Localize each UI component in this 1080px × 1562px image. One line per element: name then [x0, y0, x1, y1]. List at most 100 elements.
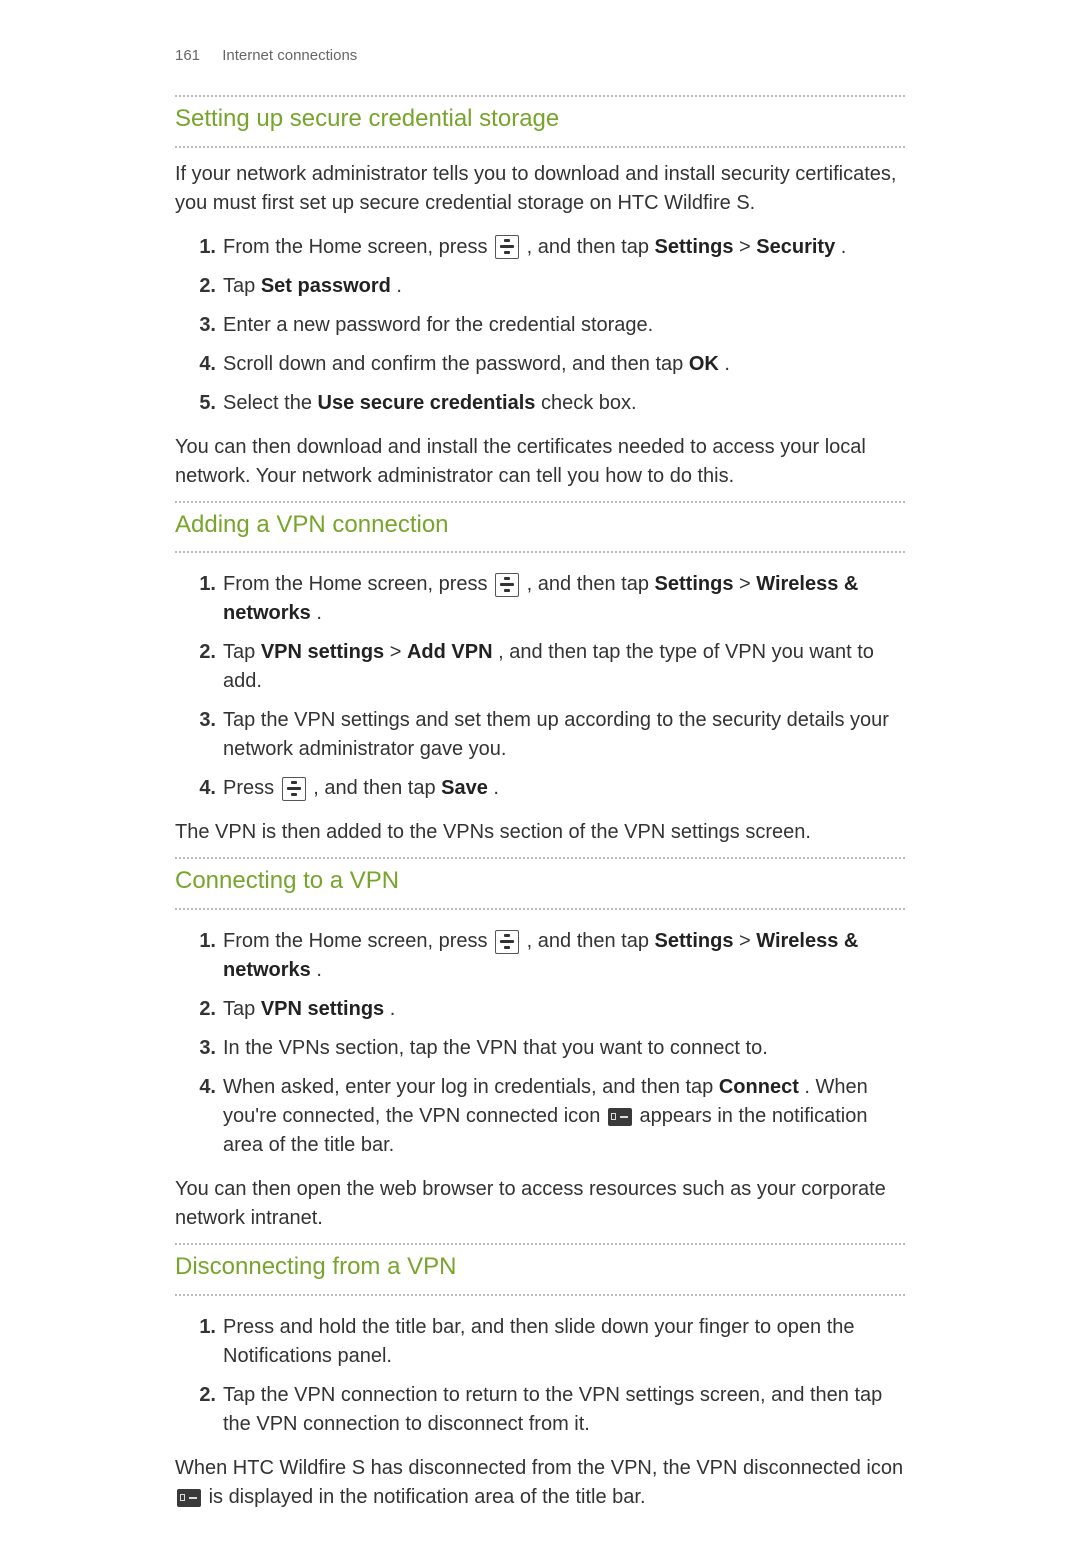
step-text: From the Home screen, press [223, 573, 493, 595]
list-item: 3. Tap the VPN settings and set them up … [175, 701, 905, 769]
heading-disconnect-vpn: Disconnecting from a VPN [175, 1246, 905, 1287]
bold-text: Save [441, 777, 488, 799]
step-text: . [316, 959, 322, 981]
list-item: 2. Tap VPN settings . [175, 990, 905, 1029]
step-text: Scroll down and confirm the password, an… [223, 353, 689, 375]
step-number: 2. [190, 1381, 216, 1410]
step-text: , and then tap [527, 930, 655, 952]
bold-text: Use secure credentials [318, 392, 536, 414]
step-text: . [724, 353, 730, 375]
step-number: 2. [190, 995, 216, 1024]
bold-text: Connect [719, 1076, 799, 1098]
step-number: 3. [190, 706, 216, 735]
heading-secure-storage: Setting up secure credential storage [175, 98, 905, 139]
step-text: Tap the VPN settings and set them up acc… [223, 709, 889, 760]
menu-icon [495, 930, 519, 954]
step-text: Tap [223, 275, 261, 297]
outro-text: You can then download and install the ce… [175, 433, 905, 491]
steps-list: 1. From the Home screen, press , and the… [175, 922, 905, 1165]
menu-icon [495, 573, 519, 597]
step-text: . [841, 236, 847, 258]
section-heading-bar: Connecting to a VPN [175, 857, 905, 910]
list-item: 2. Tap Set password . [175, 267, 905, 306]
step-number: 2. [190, 272, 216, 301]
list-item: 1. Press and hold the title bar, and the… [175, 1308, 905, 1376]
running-header: 161 Internet connections [175, 45, 905, 67]
step-text: When asked, enter your log in credential… [223, 1076, 719, 1098]
step-number: 1. [190, 927, 216, 956]
step-number: 5. [190, 389, 216, 418]
step-text: Press [223, 777, 280, 799]
heading-connect-vpn: Connecting to a VPN [175, 860, 905, 901]
step-text: > [739, 236, 756, 258]
list-item: 4. When asked, enter your log in credent… [175, 1068, 905, 1165]
list-item: 1. From the Home screen, press , and the… [175, 565, 905, 633]
outro-text: The VPN is then added to the VPNs sectio… [175, 818, 905, 847]
step-text: Enter a new password for the credential … [223, 314, 653, 336]
step-text: > [390, 641, 407, 663]
section-heading-bar: Disconnecting from a VPN [175, 1243, 905, 1296]
bold-text: Settings [655, 930, 734, 952]
list-item: 3. Enter a new password for the credenti… [175, 306, 905, 345]
step-text: . [390, 998, 396, 1020]
step-text: From the Home screen, press [223, 236, 493, 258]
list-item: 2. Tap the VPN connection to return to t… [175, 1376, 905, 1444]
step-text: Press and hold the title bar, and then s… [223, 1316, 855, 1367]
step-number: 3. [190, 311, 216, 340]
step-text: . [316, 602, 322, 624]
vpn-disconnected-icon [177, 1489, 201, 1507]
step-text: , and then tap [527, 236, 655, 258]
list-item: 5. Select the Use secure credentials che… [175, 384, 905, 423]
outro-text-part: When HTC Wildfire S has disconnected fro… [175, 1457, 903, 1479]
steps-list: 1. From the Home screen, press , and the… [175, 565, 905, 808]
step-number: 4. [190, 350, 216, 379]
step-text: . [396, 275, 402, 297]
vpn-connected-icon [608, 1108, 632, 1126]
steps-list: 1. From the Home screen, press , and the… [175, 228, 905, 423]
step-text: . [493, 777, 499, 799]
step-text: , and then tap [313, 777, 441, 799]
step-text: Tap the VPN connection to return to the … [223, 1384, 882, 1435]
heading-add-vpn: Adding a VPN connection [175, 504, 905, 545]
list-item: 3. In the VPNs section, tap the VPN that… [175, 1029, 905, 1068]
list-item: 4. Press , and then tap Save . [175, 769, 905, 808]
section-name: Internet connections [222, 47, 357, 64]
section-heading-bar: Adding a VPN connection [175, 501, 905, 554]
bold-text: Settings [655, 573, 734, 595]
step-number: 1. [190, 1313, 216, 1342]
bold-text: VPN settings [261, 641, 384, 663]
list-item: 1. From the Home screen, press , and the… [175, 228, 905, 267]
list-item: 1. From the Home screen, press , and the… [175, 922, 905, 990]
step-number: 4. [190, 1073, 216, 1102]
step-text: check box. [541, 392, 637, 414]
step-text: Tap [223, 998, 261, 1020]
steps-list: 1. Press and hold the title bar, and the… [175, 1308, 905, 1444]
outro-text-part: is displayed in the notification area of… [209, 1486, 646, 1508]
list-item: 4. Scroll down and confirm the password,… [175, 345, 905, 384]
bold-text: VPN settings [261, 998, 384, 1020]
outro-text: You can then open the web browser to acc… [175, 1175, 905, 1233]
bold-text: Add VPN [407, 641, 493, 663]
menu-icon [282, 777, 306, 801]
step-number: 4. [190, 774, 216, 803]
bold-text: OK [689, 353, 719, 375]
page-root: 161 Internet connections Setting up secu… [0, 0, 1080, 1562]
step-text: In the VPNs section, tap the VPN that yo… [223, 1037, 768, 1059]
step-text: > [739, 930, 756, 952]
bold-text: Security [756, 236, 835, 258]
step-number: 1. [190, 233, 216, 262]
bold-text: Set password [261, 275, 391, 297]
step-text: , and then tap [527, 573, 655, 595]
intro-text: If your network administrator tells you … [175, 160, 905, 218]
step-text: > [739, 573, 756, 595]
list-item: 2. Tap VPN settings > Add VPN , and then… [175, 633, 905, 701]
step-number: 1. [190, 570, 216, 599]
step-text: Tap [223, 641, 261, 663]
outro-text: When HTC Wildfire S has disconnected fro… [175, 1454, 905, 1512]
step-number: 3. [190, 1034, 216, 1063]
step-number: 2. [190, 638, 216, 667]
page-number: 161 [175, 47, 200, 64]
step-text: From the Home screen, press [223, 930, 493, 952]
menu-icon [495, 235, 519, 259]
step-text: Select the [223, 392, 318, 414]
